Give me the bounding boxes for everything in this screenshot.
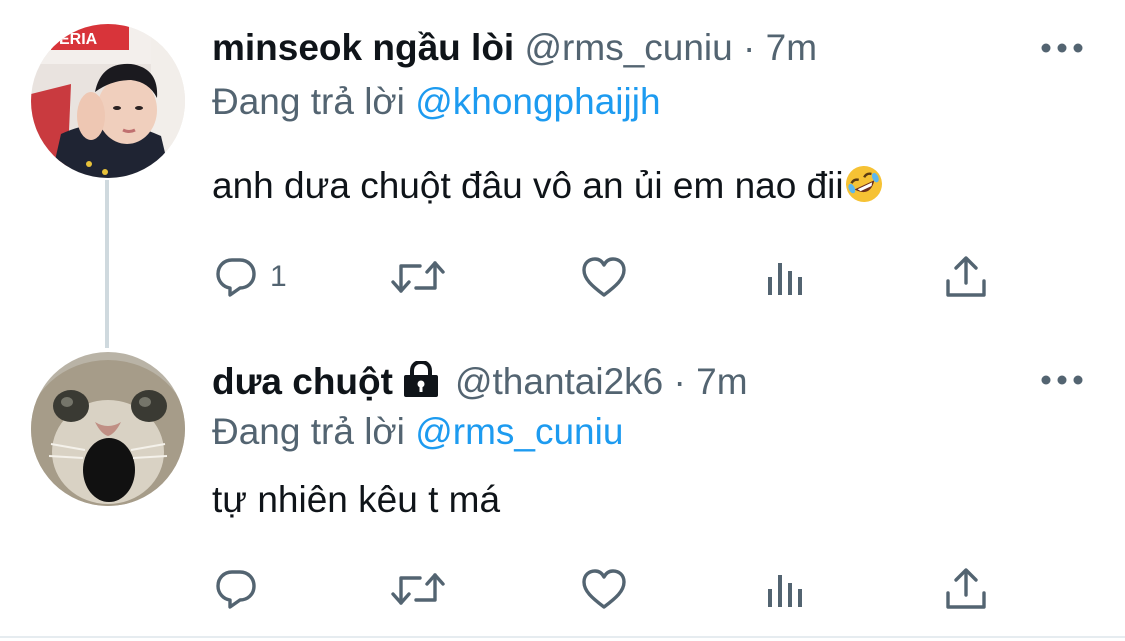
analytics-button[interactable] (764, 564, 808, 614)
rolling-laughing-emoji-icon (845, 166, 882, 202)
tweet-header: dưa chuột @thantai2k6 · 7m (212, 360, 748, 404)
reply-button[interactable] (214, 564, 258, 614)
share-button[interactable] (944, 252, 988, 302)
tweet-text-content: anh dưa chuột đâu vô an ủi em nao đii (212, 165, 844, 206)
user-handle[interactable]: @rms_cuniu (525, 27, 733, 68)
like-button[interactable] (580, 252, 628, 302)
tweet-text: tự nhiên kêu t má (212, 478, 500, 522)
avatar[interactable] (31, 352, 185, 506)
analytics-icon (768, 263, 802, 295)
reply-icon (216, 258, 256, 297)
separator-dot: · (673, 361, 686, 402)
tweet-header: minseok ngầu lòi @rms_cuniu · 7m (212, 26, 817, 70)
analytics-button[interactable] (764, 252, 808, 302)
tweet-2[interactable]: dưa chuột @thantai2k6 · 7m Đang trả lời … (0, 340, 1125, 636)
user-handle[interactable]: @thantai2k6 (455, 361, 663, 402)
share-icon (946, 568, 986, 609)
replying-to: Đang trả lời @rms_cuniu (212, 410, 623, 454)
separator-dot: · (743, 27, 756, 68)
replying-to-label: Đang trả lời (212, 411, 405, 452)
reply-button[interactable]: 1 (214, 252, 287, 302)
avatar[interactable]: ERIA (31, 24, 185, 178)
tweet-text: anh dưa chuột đâu vô an ủi em nao đii (212, 164, 884, 208)
retweet-icon (391, 573, 445, 605)
tweet-time[interactable]: 7m (696, 361, 747, 402)
like-icon (582, 569, 626, 609)
replying-to-label: Đang trả lời (212, 81, 405, 122)
svg-text:ERIA: ERIA (59, 31, 98, 48)
like-button[interactable] (580, 564, 628, 614)
replying-to: Đang trả lời @khongphaijjh (212, 80, 661, 124)
tweet-text-content: tự nhiên kêu t má (212, 479, 501, 520)
reply-mention-link[interactable]: @khongphaijjh (415, 81, 660, 122)
display-name[interactable]: dưa chuột (212, 361, 393, 402)
like-icon (582, 257, 626, 297)
retweet-button[interactable] (390, 252, 446, 302)
retweet-button[interactable] (390, 564, 446, 614)
more-icon[interactable] (1040, 370, 1084, 390)
more-icon[interactable] (1040, 38, 1084, 58)
display-name[interactable]: minseok ngầu lòi (212, 27, 514, 68)
reply-mention-link[interactable]: @rms_cuniu (415, 411, 623, 452)
analytics-icon (768, 575, 802, 607)
tweet-time[interactable]: 7m (766, 27, 817, 68)
tweet-1[interactable]: ERIA minseok ngầu lòi @rms_cuniu · 7m Đa… (0, 0, 1125, 330)
reply-icon (216, 570, 256, 609)
reply-count: 1 (270, 260, 287, 293)
lock-icon (403, 361, 438, 397)
share-button[interactable] (944, 564, 988, 614)
retweet-icon (391, 261, 445, 293)
tweet-divider (0, 636, 1125, 638)
share-icon (946, 256, 986, 297)
